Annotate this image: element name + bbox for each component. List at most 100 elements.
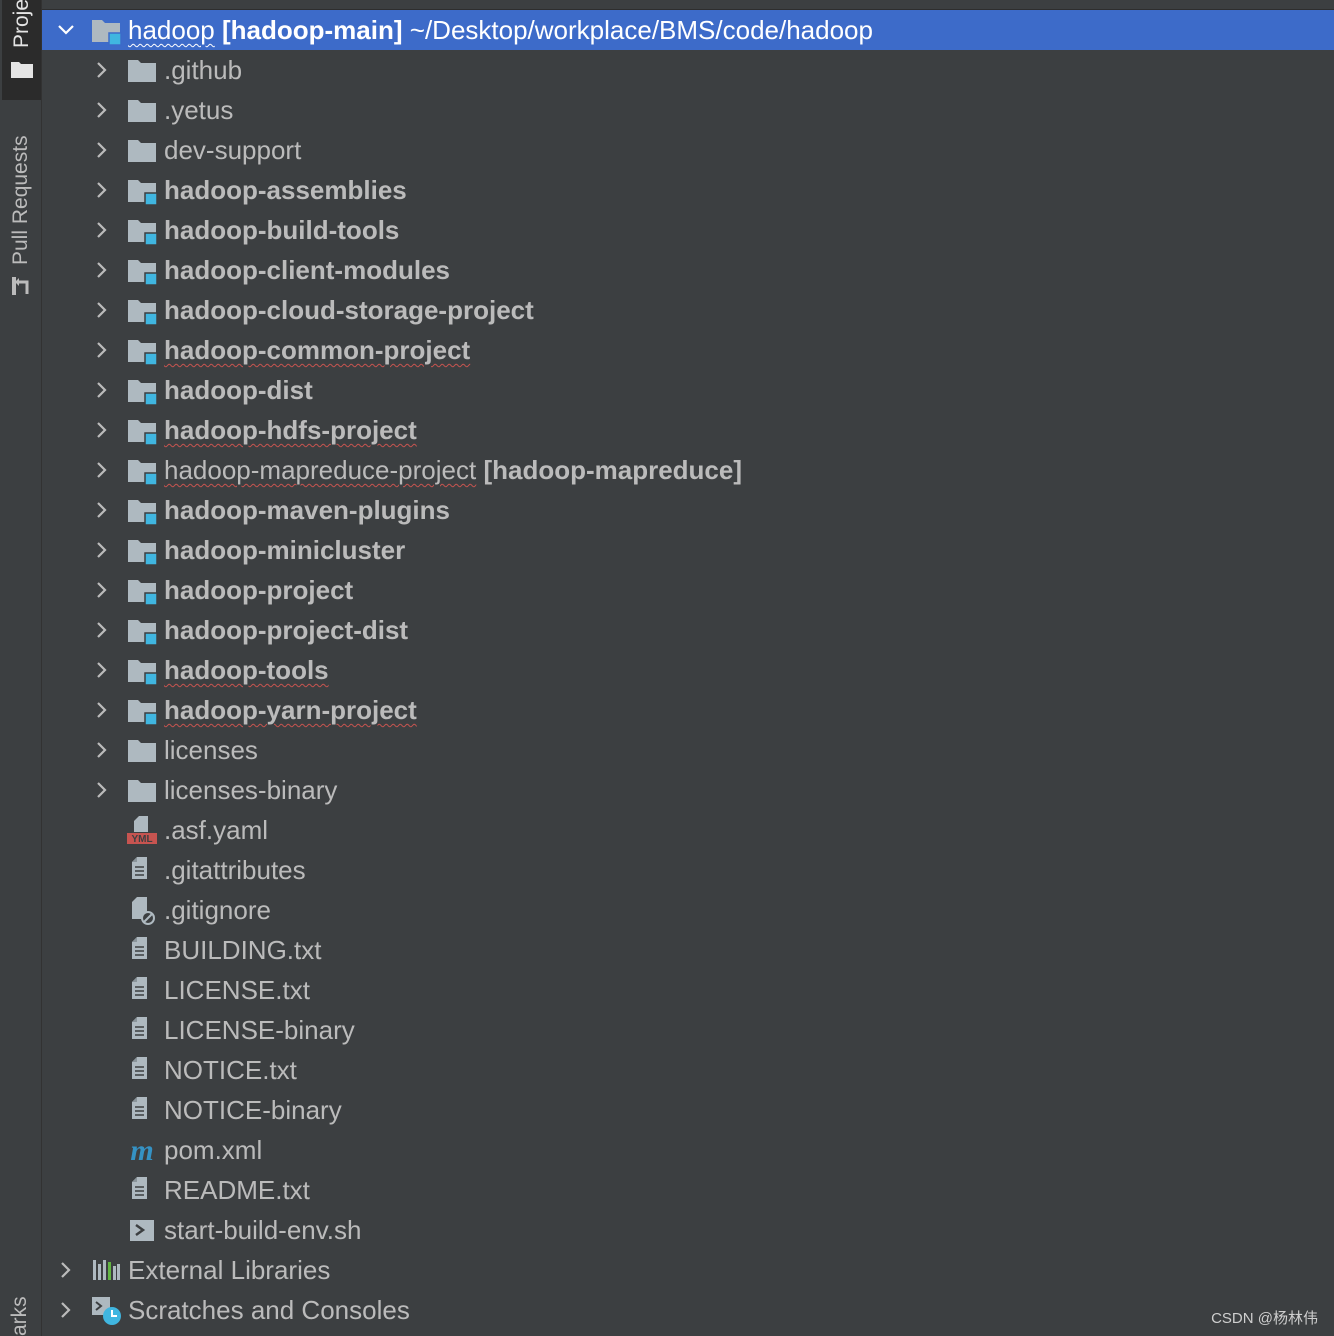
tree-item[interactable]: hadoop-project-dist [42, 610, 1334, 650]
chevron-right-icon[interactable] [92, 300, 112, 320]
tree-item-label: hadoop-project [164, 570, 353, 610]
chevron-right-icon[interactable] [92, 740, 112, 760]
tree-item-label: hadoop-assemblies [164, 170, 407, 210]
bookmarks-tool-tab[interactable]: arks [0, 1290, 41, 1336]
chevron-right-icon[interactable] [92, 580, 112, 600]
tree-item[interactable]: .yetus [42, 90, 1334, 130]
external-libraries-row[interactable]: External Libraries [42, 1250, 1334, 1290]
tree-item-label: hadoop-yarn-project [164, 690, 417, 730]
tree-item-name: hadoop-assemblies [164, 175, 407, 205]
folder-icon [126, 54, 158, 86]
chevron-right-icon[interactable] [56, 1300, 76, 1320]
tree-item[interactable]: hadoop-dist [42, 370, 1334, 410]
tree-item[interactable]: hadoop-hdfs-project [42, 410, 1334, 450]
tree-item-label: hadoop-maven-plugins [164, 490, 450, 530]
module-folder-icon [126, 454, 158, 486]
tree-item-name: .gitattributes [164, 855, 306, 885]
tree-item[interactable]: hadoop-minicluster [42, 530, 1334, 570]
tree-root-label: hadoop [hadoop-main] ~/Desktop/workplace… [128, 10, 873, 50]
text-file-icon [126, 974, 158, 1006]
tree-item-name: NOTICE-binary [164, 1095, 342, 1125]
chevron-right-icon[interactable] [92, 540, 112, 560]
external-libraries-label: External Libraries [128, 1255, 331, 1285]
scratches-row[interactable]: Scratches and Consoles [42, 1290, 1334, 1330]
shell-script-icon [126, 1214, 158, 1246]
tree-item[interactable]: hadoop-client-modules [42, 250, 1334, 290]
chevron-right-icon[interactable] [92, 620, 112, 640]
chevron-right-icon[interactable] [92, 220, 112, 240]
gitignore-file-icon [126, 894, 158, 926]
tree-item[interactable]: start-build-env.sh [42, 1210, 1334, 1250]
root-name: hadoop [128, 15, 215, 45]
tree-item-name: hadoop-maven-plugins [164, 495, 450, 525]
pull-request-icon [12, 277, 29, 295]
pull-requests-tool-tab[interactable]: Pull Requests [0, 115, 41, 305]
tree-item[interactable]: hadoop-yarn-project [42, 690, 1334, 730]
tree-item-name: .github [164, 55, 243, 85]
tree-item-name: hadoop-client-modules [164, 255, 450, 285]
project-tool-tab[interactable]: Proje [2, 0, 41, 100]
tree-item[interactable]: NOTICE.txt [42, 1050, 1334, 1090]
chevron-right-icon[interactable] [92, 380, 112, 400]
chevron-right-icon[interactable] [92, 140, 112, 160]
tree-item[interactable]: .gitattributes [42, 850, 1334, 890]
tree-item[interactable]: hadoop-mapreduce-project [hadoop-mapredu… [42, 450, 1334, 490]
tree-item[interactable]: README.txt [42, 1170, 1334, 1210]
tree-item-label: licenses-binary [164, 770, 337, 810]
tree-item[interactable]: hadoop-cloud-storage-project [42, 290, 1334, 330]
tree-item-module: [hadoop-mapreduce] [483, 455, 743, 485]
tree-item[interactable]: .gitignore [42, 890, 1334, 930]
tree-item[interactable]: hadoop-assemblies [42, 170, 1334, 210]
tree-root-row[interactable]: hadoop [hadoop-main] ~/Desktop/workplace… [42, 10, 1334, 50]
tree-item-name: start-build-env.sh [164, 1215, 362, 1245]
chevron-right-icon[interactable] [92, 700, 112, 720]
tree-item-name: hadoop-tools [164, 655, 329, 685]
tree-item-name: hadoop-dist [164, 375, 313, 405]
text-file-icon [126, 854, 158, 886]
tree-item-label: hadoop-cloud-storage-project [164, 290, 534, 330]
tree-item-name: hadoop-cloud-storage-project [164, 295, 534, 325]
tree-item[interactable]: NOTICE-binary [42, 1090, 1334, 1130]
chevron-right-icon[interactable] [92, 340, 112, 360]
chevron-right-icon[interactable] [92, 60, 112, 80]
tree-item[interactable]: LICENSE-binary [42, 1010, 1334, 1050]
tree-item[interactable]: hadoop-tools [42, 650, 1334, 690]
tree-item[interactable]: BUILDING.txt [42, 930, 1334, 970]
chevron-right-icon[interactable] [56, 1260, 76, 1280]
folder-icon [126, 774, 158, 806]
chevron-right-icon[interactable] [92, 100, 112, 120]
tree-item[interactable]: hadoop-common-project [42, 330, 1334, 370]
tree-item[interactable]: m pom.xml [42, 1130, 1334, 1170]
chevron-right-icon[interactable] [92, 260, 112, 280]
text-file-icon [126, 1174, 158, 1206]
text-file-icon [126, 1014, 158, 1046]
chevron-right-icon[interactable] [92, 180, 112, 200]
tree-item-label: licenses [164, 730, 258, 770]
chevron-right-icon[interactable] [92, 500, 112, 520]
module-folder-icon [126, 574, 158, 606]
tree-item-name: NOTICE.txt [164, 1055, 297, 1085]
tree-item-label: NOTICE-binary [164, 1090, 342, 1130]
module-folder-icon [126, 214, 158, 246]
chevron-right-icon[interactable] [92, 780, 112, 800]
chevron-right-icon[interactable] [92, 460, 112, 480]
tree-item[interactable]: .github [42, 50, 1334, 90]
tree-item[interactable]: licenses [42, 730, 1334, 770]
tree-item[interactable]: hadoop-maven-plugins [42, 490, 1334, 530]
tree-item-label: hadoop-client-modules [164, 250, 450, 290]
tree-item-name: hadoop-hdfs-project [164, 415, 417, 445]
chevron-right-icon[interactable] [92, 420, 112, 440]
tree-item-name: hadoop-yarn-project [164, 695, 417, 725]
scratches-label: Scratches and Consoles [128, 1295, 410, 1325]
tree-item[interactable]: LICENSE.txt [42, 970, 1334, 1010]
tree-item[interactable]: hadoop-project [42, 570, 1334, 610]
project-tree[interactable]: hadoop [hadoop-main] ~/Desktop/workplace… [42, 0, 1334, 1336]
tree-item-name: .asf.yaml [164, 815, 269, 845]
tree-item[interactable]: YML .asf.yaml [42, 810, 1334, 850]
chevron-down-icon[interactable] [56, 20, 76, 40]
chevron-right-icon[interactable] [92, 660, 112, 680]
tree-item[interactable]: hadoop-build-tools [42, 210, 1334, 250]
tree-item[interactable]: licenses-binary [42, 770, 1334, 810]
tool-window-strip: Proje Pull Requests arks [0, 0, 42, 1336]
tree-item[interactable]: dev-support [42, 130, 1334, 170]
